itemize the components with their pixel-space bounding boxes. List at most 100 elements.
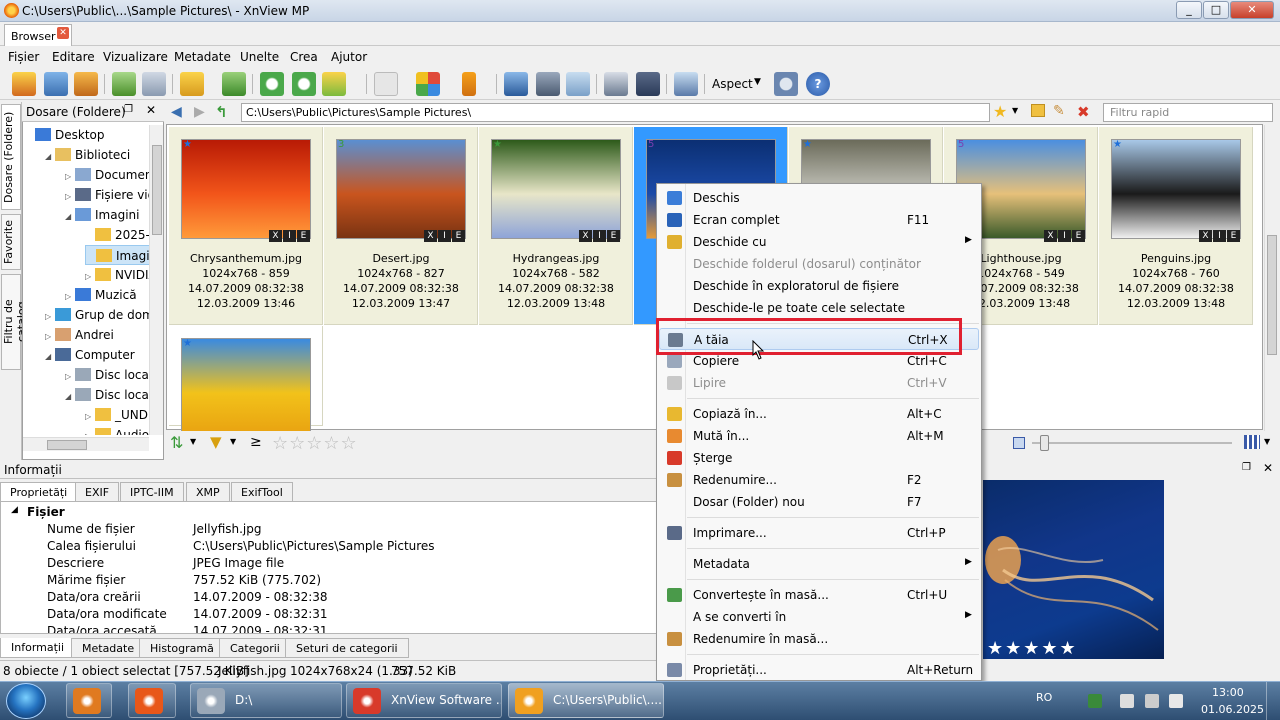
tree-expander-icon[interactable]: ▷ xyxy=(45,307,55,327)
tree-item[interactable]: 2025-04 xyxy=(85,225,151,245)
tab-category-sets[interactable]: Seturi de categorii xyxy=(285,638,409,658)
context-menu-item[interactable]: Deschide-le pe toate cele selectate xyxy=(659,297,979,319)
context-menu-item[interactable]: Metadata ▶ xyxy=(659,553,979,575)
filter-operator[interactable]: ≥ xyxy=(250,434,262,450)
tree-expander-icon[interactable]: ◢ xyxy=(65,387,75,407)
tree-item[interactable]: ◢ Disc local (D:) xyxy=(65,385,151,405)
context-menu-item[interactable]: A se converti în ▶ xyxy=(659,606,979,628)
context-menu-item[interactable]: Mută în... Alt+M xyxy=(659,425,979,447)
start-button[interactable] xyxy=(6,683,46,719)
forward-arrow-icon[interactable]: ▶ xyxy=(194,104,205,120)
favorite-star-icon[interactable]: ★ xyxy=(993,102,1007,121)
chevron-down-icon[interactable]: ▼ xyxy=(1012,106,1018,115)
context-menu-item[interactable]: Imprimare... Ctrl+P xyxy=(659,522,979,544)
import-icon[interactable] xyxy=(112,72,136,96)
thumbnail-item[interactable]: ★ X I E Penguins.jpg 1024x768 - 760 14.07.2009… xyxy=(1099,127,1253,325)
property-row[interactable]: Data/ora creării 14.07.2009 - 08:32:38 xyxy=(1,589,659,606)
thumbnail-image[interactable] xyxy=(181,139,311,239)
menu-edit[interactable]: Editare xyxy=(52,50,95,64)
tab-exif[interactable]: EXIF xyxy=(75,482,120,502)
tree-expander-icon[interactable]: ▷ xyxy=(65,167,75,187)
tree-item[interactable]: ▷ Fișiere video xyxy=(65,185,151,205)
minimize-button[interactable]: _ xyxy=(1176,1,1202,19)
property-row[interactable]: Calea fișierului C:\Users\Public\Pictures… xyxy=(1,538,659,555)
tree-expander-icon[interactable]: ▷ xyxy=(85,267,95,287)
tab-iptc[interactable]: IPTC-IIM xyxy=(120,482,184,502)
zoom-small-icon[interactable] xyxy=(1013,437,1025,449)
close-panel-icon[interactable]: ✕ xyxy=(1263,461,1273,475)
tree-item[interactable]: ▷ _UNDELETE xyxy=(85,405,151,425)
property-row[interactable]: Mărime fișier 757.52 KiB (775.702) xyxy=(1,572,659,589)
edit-path-icon[interactable]: ✎ xyxy=(1053,103,1065,119)
menu-metadata[interactable]: Metadate xyxy=(174,50,231,64)
tree-expander-icon[interactable]: ◢ xyxy=(65,207,75,227)
clock-date[interactable]: 01.06.2025 xyxy=(1201,703,1264,716)
quick-filter-input[interactable]: Filtru rapid xyxy=(1103,103,1273,122)
delete-icon[interactable]: ✖ xyxy=(1077,103,1090,121)
thumbnail-item[interactable]: ★ X I E Chrysanthemum.jpg 1024x768 - 859 14.07… xyxy=(169,127,323,325)
action-center-icon[interactable] xyxy=(1145,694,1159,708)
color-label-icon[interactable] xyxy=(416,72,440,96)
menu-help[interactable]: Ajutor xyxy=(331,50,367,64)
show-desktop-button[interactable] xyxy=(1266,682,1280,720)
property-row[interactable]: Data/ora modificate 14.07.2009 - 08:32:31 xyxy=(1,606,659,623)
scanner-icon[interactable] xyxy=(636,72,660,96)
new-folder-icon[interactable] xyxy=(1031,104,1045,117)
tree-item[interactable]: ◢ Computer xyxy=(45,345,135,365)
thumbnail-item[interactable]: ★ X I E Hydrangeas.jpg 1024x768 - 582 14.07.20… xyxy=(479,127,633,325)
slideshow-icon[interactable] xyxy=(74,72,98,96)
chevron-down-icon[interactable]: ▼ xyxy=(1264,437,1270,446)
move-to-icon[interactable] xyxy=(222,72,246,96)
hscroll-thumb[interactable] xyxy=(47,440,87,450)
context-menu-item[interactable]: Deschide folderul (dosarul) conținător xyxy=(659,253,979,275)
tree-item[interactable]: Desktop xyxy=(25,125,105,145)
tree-expander-icon[interactable]: ▷ xyxy=(65,287,75,307)
thumbnail-size-slider[interactable] xyxy=(1032,442,1232,444)
clock-time[interactable]: 13:00 xyxy=(1212,686,1244,699)
find-icon[interactable] xyxy=(536,72,560,96)
tree-expander-icon[interactable]: ▷ xyxy=(45,327,55,347)
up-folder-icon[interactable]: ↰ xyxy=(215,103,228,121)
tab-close-icon[interactable]: ✕ xyxy=(57,27,69,39)
tree-item[interactable]: ▷ Muzică xyxy=(65,285,137,305)
menu-view[interactable]: Vizualizare xyxy=(103,50,168,64)
taskbar-button[interactable] xyxy=(66,683,112,718)
tree-item[interactable]: Imagini xyxy=(85,245,151,265)
chevron-down-icon[interactable]: ▼ xyxy=(190,437,196,446)
thumbnail-image[interactable] xyxy=(1111,139,1241,239)
close-panel-icon[interactable]: ✕ xyxy=(146,103,156,117)
screenshot-icon[interactable] xyxy=(504,72,528,96)
filter-funnel-icon[interactable]: ▼ xyxy=(210,433,222,451)
tree-item[interactable]: ◢ Biblioteci xyxy=(45,145,130,165)
property-row[interactable]: Descriere JPEG Image file xyxy=(1,555,659,572)
folder-tree-scrollbar[interactable] xyxy=(149,125,163,435)
print-icon[interactable] xyxy=(604,72,628,96)
sort-icon[interactable] xyxy=(374,72,398,96)
tab-xmp[interactable]: XMP xyxy=(186,482,230,502)
tab-metadata[interactable]: Metadate xyxy=(71,638,146,658)
edit-icon[interactable] xyxy=(322,72,346,96)
copy-to-icon[interactable] xyxy=(180,72,204,96)
float-panel-icon[interactable]: ❐ xyxy=(124,104,133,115)
tree-item[interactable]: ▷ Andrei xyxy=(45,325,114,345)
thumbnail-image[interactable] xyxy=(336,139,466,239)
tab-properties[interactable]: Proprietăți xyxy=(0,482,78,502)
context-menu-item[interactable]: Proprietăți... Alt+Return xyxy=(659,659,979,681)
side-tab-catalog-filter[interactable]: Filtru de catalog xyxy=(1,274,28,370)
context-menu-item[interactable]: Lipire Ctrl+V xyxy=(659,372,979,394)
side-tab-folders[interactable]: Dosare (Foldere) xyxy=(1,104,21,210)
menu-file[interactable]: Fișier xyxy=(8,50,39,64)
context-menu-item[interactable]: Ecran complet F11 xyxy=(659,209,979,231)
context-menu-item[interactable]: Dosar (Folder) nou F7 xyxy=(659,491,979,513)
layout-icon[interactable] xyxy=(674,72,698,96)
chevron-down-icon[interactable]: ▼ xyxy=(230,437,236,446)
settings-gear-icon[interactable] xyxy=(774,72,798,96)
tree-expander-icon[interactable]: ▷ xyxy=(85,427,95,435)
back-arrow-icon[interactable]: ◀ xyxy=(171,104,182,120)
preview-rating-stars[interactable]: ★★★★★ xyxy=(983,638,1164,659)
context-menu-item[interactable]: Redenumire... F2 xyxy=(659,469,979,491)
taskbar-button[interactable]: C:\Users\Public\.... xyxy=(508,683,664,718)
tree-expander-icon[interactable]: ◢ xyxy=(45,347,55,367)
tab-info[interactable]: Informații xyxy=(0,638,76,658)
thumbnail-image[interactable] xyxy=(491,139,621,239)
